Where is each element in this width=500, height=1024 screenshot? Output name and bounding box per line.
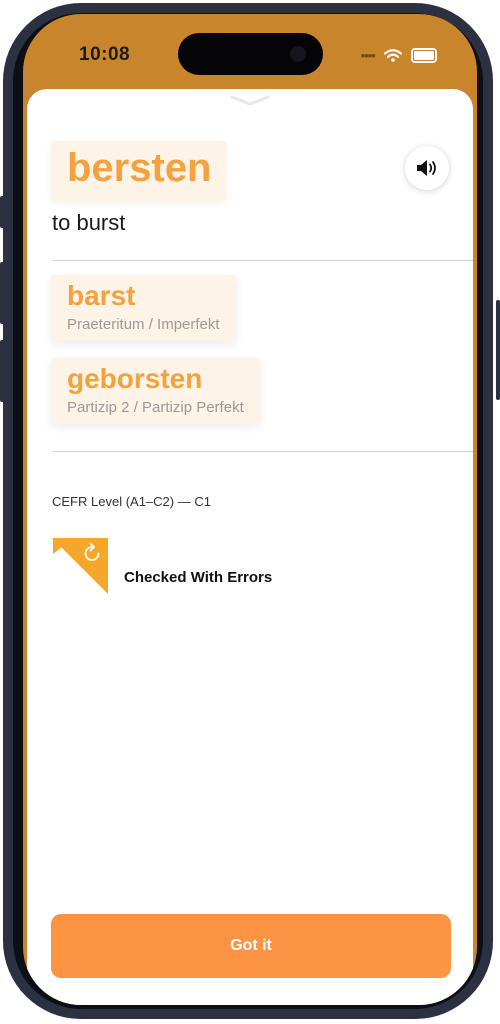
signal-icon: •••• [360, 48, 376, 63]
dynamic-island [178, 33, 323, 75]
checked-errors-flag-icon [52, 538, 108, 594]
play-audio-button[interactable] [405, 146, 449, 190]
status-icons: •••• [361, 48, 437, 63]
status-time: 10:08 [79, 44, 131, 65]
headword: bersten [67, 146, 212, 190]
speaker-icon [417, 160, 436, 176]
word-detail-sheet: bersten to burst barst Praeteritum / Imp… [27, 89, 473, 1005]
action-button [0, 196, 4, 228]
verb-form-card: barst Praeteritum / Imperfekt [51, 275, 236, 341]
cefr-level: CEFR Level (A1–C2) — C1 [52, 494, 211, 509]
front-camera [290, 46, 306, 62]
battery-icon [411, 48, 437, 63]
verb-form-label: Partizip 2 / Partizip Perfekt [67, 399, 244, 416]
verb-form-word: barst [67, 280, 136, 311]
power-button [496, 300, 500, 400]
verb-form-card: geborsten Partizip 2 / Partizip Perfekt [51, 358, 260, 424]
divider [52, 451, 473, 452]
wifi-icon [384, 49, 402, 62]
sheet-handle-chevron-down-icon[interactable] [229, 95, 271, 107]
verb-form-label: Praeteritum / Imperfekt [67, 316, 220, 333]
volume-down-button [0, 340, 4, 402]
volume-up-button [0, 262, 4, 324]
check-status-text: Checked With Errors [124, 569, 273, 586]
divider [52, 260, 473, 261]
screen: 10:08 •••• bersten to burst barst Praete… [23, 14, 477, 1005]
headword-card: bersten [51, 141, 226, 201]
got-it-button[interactable]: Got it [51, 914, 451, 978]
translation: to burst [52, 210, 126, 235]
verb-form-word: geborsten [67, 363, 203, 394]
